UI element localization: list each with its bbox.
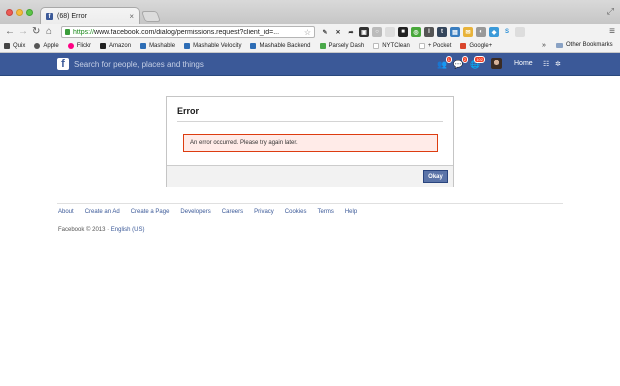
tab-title: (68) Error [57,13,87,20]
mashable-icon [184,43,191,49]
share-icon[interactable]: ➦ [346,27,356,37]
profile-avatar[interactable] [491,58,502,69]
footer-link-cookies[interactable]: Cookies [285,209,307,215]
lock-icon [65,29,70,35]
url-text: https://www.facebook.com/dialog/permissi… [73,28,280,36]
settings-gear-icon[interactable]: ✲ [555,60,561,68]
bookmark-flickr[interactable]: Flickr [67,43,91,49]
bookmark-parsely-dash[interactable]: Parsely Dash [319,43,364,49]
mashable-icon [140,43,147,49]
messages-badge: 2 [461,56,468,63]
footer-link-about[interactable]: About [58,209,74,215]
extension-icon[interactable]: ○ [372,27,382,37]
home-icon[interactable]: ⌂ [46,25,52,39]
error-dialog: Error An error occurred. Please try agai… [166,96,454,187]
back-arrow-icon[interactable]: ← [5,25,15,39]
footer-divider [57,203,563,204]
extension-icon[interactable]: ◆ [489,27,499,37]
new-tab-button[interactable] [140,11,162,22]
error-message: An error occurred. Please try again late… [183,134,438,152]
folder-icon [556,42,563,48]
extension-icon[interactable]: ✉ [463,27,473,37]
wrench-icon[interactable]: ✎ [320,27,330,37]
copyright-text: Facebook © 2013 · English (US) [58,227,145,233]
pin-icon[interactable]: ✕ [333,27,343,37]
extension-icon[interactable]: ◎ [411,27,421,37]
friend-requests-icon[interactable]: 👥 1 [437,56,452,70]
tumblr-icon[interactable]: t [437,27,447,37]
footer-link-terms[interactable]: Terms [317,209,333,215]
amazon-icon [100,43,107,49]
bookmark-icon [4,43,10,49]
dialog-footer: Okay [167,165,453,187]
home-link[interactable]: Home [514,60,533,67]
extension-icon[interactable]: ■ [398,27,408,37]
extension-icon[interactable]: ▣ [359,27,369,37]
footer-link-create-page[interactable]: Create a Page [131,209,170,215]
window-minimize-button[interactable] [16,9,23,16]
chrome-menu-icon[interactable]: ≡ [609,26,615,37]
page-icon [418,43,425,49]
extension-icon[interactable]: I [424,27,434,37]
forward-arrow-icon[interactable]: → [18,25,28,39]
facebook-logo-icon[interactable]: f [57,58,69,70]
window-close-button[interactable] [6,9,13,16]
bookmarks-bar: Quix Apple Flickr Amazon Mashable Mashab… [0,40,620,53]
browser-tab[interactable]: f (68) Error × [40,7,140,25]
extension-icon[interactable]: ▤ [450,27,460,37]
bookmark-star-icon[interactable]: ☆ [304,28,311,37]
bookmark-nytclean[interactable]: NYTClean [373,43,410,49]
fullscreen-icon[interactable]: ⤢ [607,6,614,17]
browser-titlebar: f (68) Error × ⤢ [0,0,620,25]
bookmarks-overflow-button[interactable]: » [542,42,546,49]
bookmark-mashable-backend[interactable]: Mashable Backend [250,43,311,49]
tab-close-icon[interactable]: × [129,12,134,21]
apple-icon [34,43,41,49]
extension-icons: ✎ ✕ ➦ ▣ ○ ■ ◎ I t ▤ ✉ ◐ ◆ S [320,27,525,37]
bookmark-pocket[interactable]: + Pocket [418,43,451,49]
window-maximize-button[interactable] [26,9,33,16]
notifications-badge: 102 [474,56,485,63]
bookmark-google-plus[interactable]: Google+ [460,43,492,49]
notifications-icon[interactable]: 🌐 102 [470,56,485,70]
bookmark-apple[interactable]: Apple [34,43,59,49]
flickr-icon [67,43,74,49]
page-icon [373,43,380,49]
messages-icon[interactable]: 💬 2 [453,56,468,70]
dialog-title: Error [177,106,200,116]
facebook-favicon-icon: f [46,13,53,20]
bookmark-quix[interactable]: Quix [4,43,25,49]
bookmark-amazon[interactable]: Amazon [100,43,131,49]
bookmark-mashable[interactable]: Mashable [140,43,175,49]
address-bar[interactable]: https://www.facebook.com/dialog/permissi… [61,26,315,38]
mashable-icon [250,43,257,49]
bookmark-mashable-velocity[interactable]: Mashable Velocity [184,43,241,49]
footer-link-developers[interactable]: Developers [180,209,210,215]
extension-icon[interactable] [515,27,525,37]
other-bookmarks-folder[interactable]: Other Bookmarks [556,42,613,48]
footer-links: About Create an Ad Create a Page Develop… [58,209,368,215]
google-plus-icon [460,43,467,49]
parsely-icon [319,43,326,49]
extension-icon[interactable] [385,27,395,37]
browser-toolbar: ← → ↻ ⌂ https://www.facebook.com/dialog/… [0,24,620,40]
footer-link-help[interactable]: Help [345,209,357,215]
reload-icon[interactable]: ↻ [32,25,40,39]
okay-button[interactable]: Okay [423,170,448,183]
facebook-search-input[interactable]: Search for people, places and things [70,57,330,72]
dialog-divider [177,121,443,122]
extension-icon[interactable]: S [502,27,512,37]
friend-requests-badge: 1 [445,56,452,63]
privacy-shortcuts-icon[interactable]: ☷ [543,60,549,68]
footer-link-privacy[interactable]: Privacy [254,209,274,215]
language-link[interactable]: English (US) [111,227,145,233]
extension-icon[interactable]: ◐ [476,27,486,37]
footer-link-create-ad[interactable]: Create an Ad [85,209,120,215]
footer-link-careers[interactable]: Careers [222,209,243,215]
